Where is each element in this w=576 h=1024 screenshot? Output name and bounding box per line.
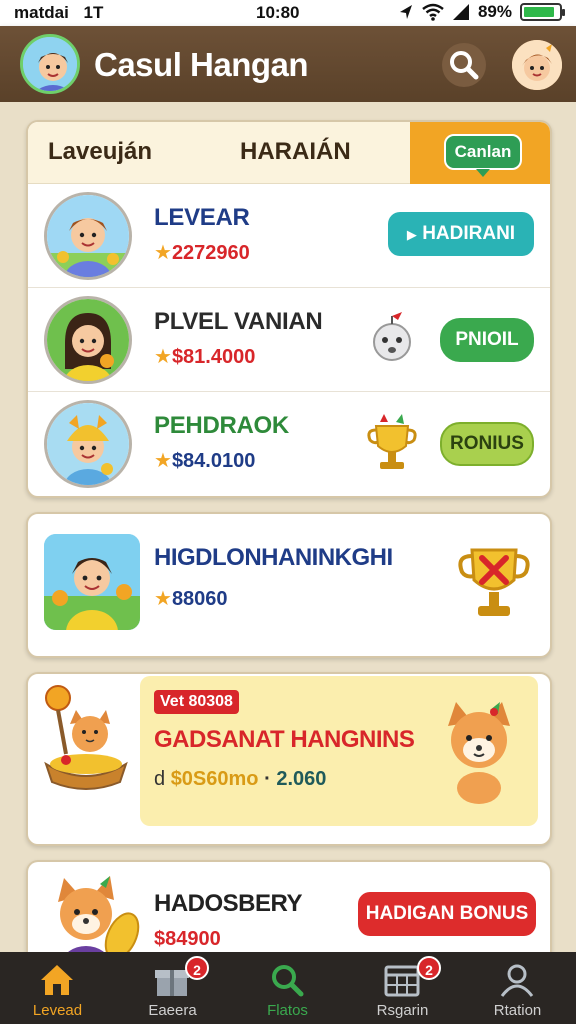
- nav-label: Levead: [32, 1002, 83, 1019]
- tab-haraian[interactable]: HARAIÁN: [240, 138, 351, 166]
- player-card[interactable]: HIGDLONHANINKGHI ★88060: [26, 512, 552, 658]
- player-name: HIGDLONHANINKGHI: [154, 544, 393, 571]
- home-icon: [41, 965, 73, 995]
- notification-badge: 2: [417, 956, 441, 980]
- amount-value: 2272960: [171, 242, 250, 264]
- star-icon: ★: [154, 346, 172, 368]
- player-card[interactable]: HADOSBERY $84900 HADIGAN BONUS: [26, 860, 552, 952]
- player-avatar: [44, 534, 140, 630]
- user-avatar-icon: [512, 40, 562, 90]
- status-time: 10:80: [256, 3, 300, 22]
- hadirani-button[interactable]: ▶ HADIRANI: [388, 212, 534, 256]
- battery-icon: [520, 3, 565, 21]
- bottom-navigation: Levead 2 Eaeera Flatos 2 Rsgarin Rtation: [0, 952, 576, 1024]
- player-amount: ★88060: [154, 586, 228, 611]
- app-logo-avatar[interactable]: [20, 34, 80, 94]
- nav-label: Eaeera: [148, 1002, 197, 1019]
- player-avatar: [44, 296, 132, 384]
- hadigan-bonus-button[interactable]: HADIGAN BONUS: [356, 890, 538, 938]
- promo-badge: Vet 80308: [154, 690, 239, 714]
- battery-percent: 89%: [477, 2, 512, 21]
- status-bar: matdai 1T 10:80 89%: [0, 0, 576, 26]
- amount-value: $81.4000: [171, 346, 256, 368]
- app-header: Casul Hangan: [0, 26, 576, 102]
- nav-label: Rtation: [493, 1002, 542, 1019]
- fox-mascot-icon: [448, 702, 510, 804]
- calendar-grid-icon: [384, 965, 420, 997]
- boy-avatar-icon: [47, 195, 129, 277]
- player-name: PEHDRAOK: [154, 412, 289, 439]
- cat-food-basket-icon: [44, 685, 128, 790]
- status-icons: 89%: [398, 2, 565, 22]
- search-icon: [272, 965, 304, 997]
- trophy-icon: [367, 414, 417, 469]
- profile-avatar[interactable]: [512, 40, 562, 90]
- amount-value: 88060: [171, 588, 228, 610]
- main-content: Laveuján HARAIÁN Canlan LEVEAR ★2272960 …: [0, 102, 576, 952]
- player-avatar: [44, 400, 132, 488]
- carrier-text: matdai: [14, 3, 69, 22]
- boy-avatar-icon: [23, 37, 77, 91]
- promo-card[interactable]: Vet 80308 GADSANAT HANGNINS d $0S60mo · …: [26, 672, 552, 846]
- ronius-button[interactable]: RONIUS: [440, 422, 534, 466]
- list-item[interactable]: PEHDRAOK ★$84.0100 RONIUS: [28, 392, 550, 496]
- kid-avatar-icon: [47, 403, 129, 485]
- cell-signal-icon: [452, 4, 469, 20]
- nav-item-flatos[interactable]: Flatos: [230, 952, 345, 1024]
- nav-label: Rsgarin: [376, 1002, 429, 1019]
- player-amount: ★2272960: [154, 240, 250, 265]
- notification-badge: 2: [185, 956, 209, 980]
- tab-bar: Laveuján HARAIÁN Canlan: [28, 122, 550, 184]
- promo-banner: Vet 80308 GADSANAT HANGNINS d $0S60mo · …: [140, 676, 538, 826]
- star-icon: ★: [154, 588, 172, 610]
- play-icon: ▶: [406, 227, 417, 242]
- robot-mascot-icon: [373, 312, 411, 361]
- promo-meta: d $0S60mo · 2.060: [154, 768, 326, 791]
- player-name: PLVEL VANIAN: [154, 308, 323, 335]
- status-carrier: matdai 1T: [14, 3, 103, 23]
- signal-text: 1T: [83, 3, 104, 22]
- player-name: HADOSBERY: [154, 890, 302, 917]
- search-button[interactable]: [442, 43, 486, 87]
- pniol-button[interactable]: PNIOIL: [440, 318, 534, 362]
- promo-amount: $0S60mo: [170, 768, 259, 790]
- promo-separator: ·: [264, 768, 271, 790]
- nav-item-eaeera[interactable]: 2 Eaeera: [115, 952, 230, 1024]
- player-amount: ★$84.0100: [154, 448, 255, 473]
- star-icon: ★: [154, 242, 172, 264]
- trophy-x-icon: [458, 548, 530, 616]
- nav-item-levead[interactable]: Levead: [0, 952, 115, 1024]
- button-label: HADIRANI: [422, 223, 516, 244]
- promo-title: GADSANAT HANGNINS: [154, 726, 415, 753]
- fox-cookie-icon: [58, 876, 140, 952]
- app-title: Casul Hangan: [94, 46, 309, 83]
- promo-count: 2.060: [276, 768, 327, 790]
- tab-action-area: Canlan: [410, 122, 550, 184]
- battery-fill: [524, 7, 555, 17]
- cancel-button[interactable]: Canlan: [444, 134, 522, 177]
- star-icon: ★: [154, 450, 172, 472]
- location-icon: [399, 5, 412, 19]
- player-amount: ★$81.4000: [154, 344, 255, 369]
- girl-avatar-icon: [47, 299, 129, 381]
- nav-label: Flatos: [267, 1002, 308, 1019]
- nav-item-rtation[interactable]: Rtation: [460, 952, 575, 1024]
- player-avatar: [44, 192, 132, 280]
- profile-icon: [500, 964, 534, 997]
- amount-value: $84.0100: [171, 450, 256, 472]
- boy-coins-icon: [44, 534, 140, 630]
- leaderboard-card: Laveuján HARAIÁN Canlan LEVEAR ★2272960 …: [26, 120, 552, 498]
- wifi-icon: [422, 3, 444, 21]
- list-item[interactable]: PLVEL VANIAN ★$81.4000 PNIOIL: [28, 288, 550, 392]
- tab-laveujan[interactable]: Laveuján: [48, 138, 152, 166]
- player-amount: $84900: [154, 928, 221, 950]
- player-name: LEVEAR: [154, 204, 250, 231]
- nav-item-rsgarin[interactable]: 2 Rsgarin: [345, 952, 460, 1024]
- promo-prefix: d: [154, 768, 166, 790]
- list-item[interactable]: LEVEAR ★2272960 ▶ HADIRANI: [28, 184, 550, 288]
- search-icon: [450, 51, 479, 80]
